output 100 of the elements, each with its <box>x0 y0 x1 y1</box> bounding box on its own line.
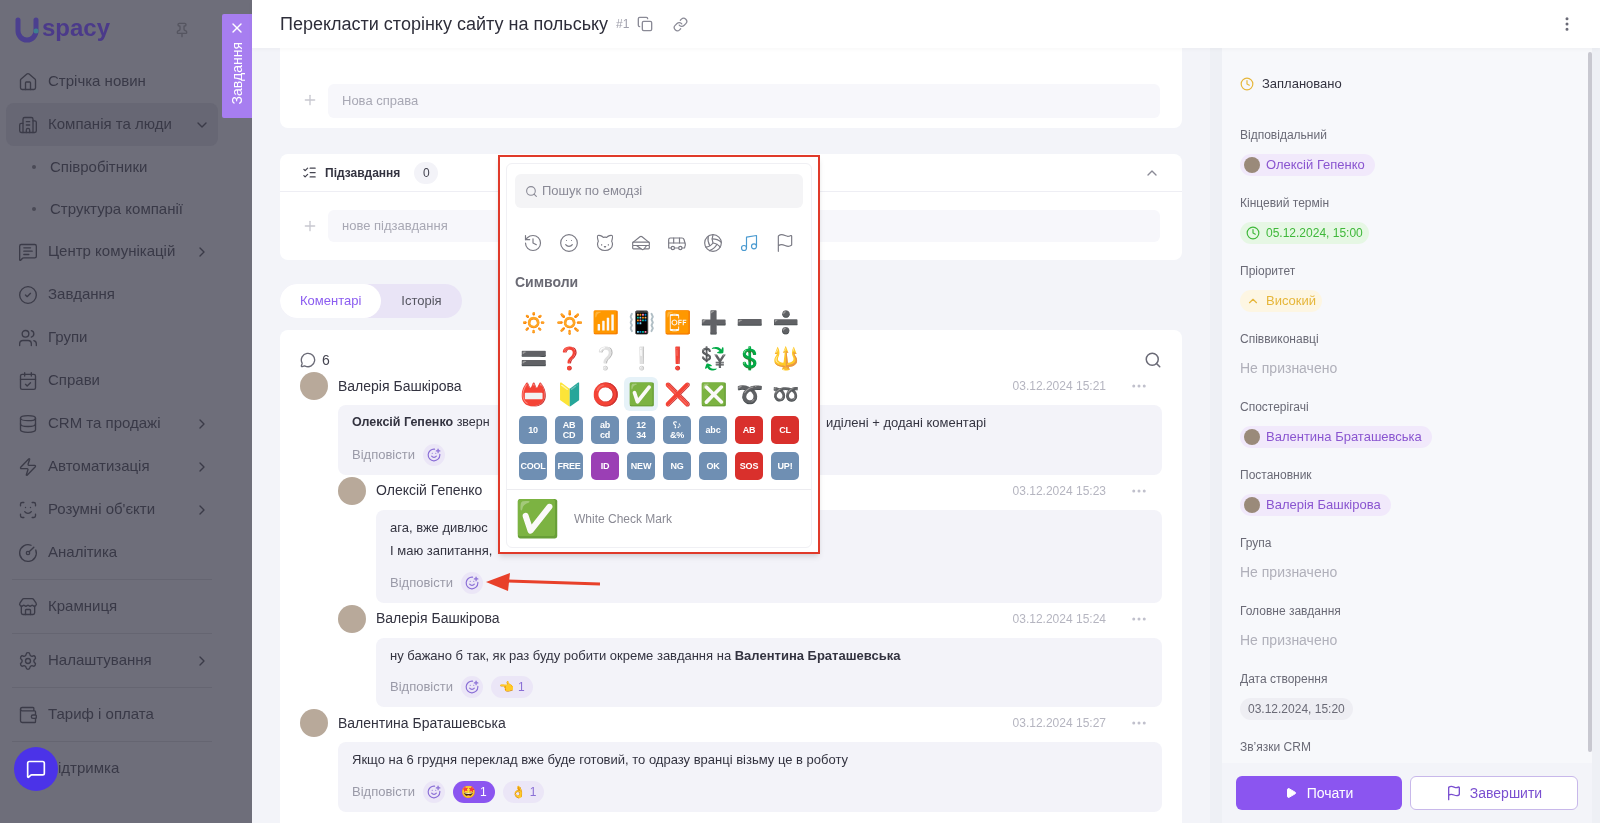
emoji[interactable]: ➗ <box>768 305 802 339</box>
emoji[interactable]: 📴 <box>660 305 694 339</box>
emoji-tile[interactable]: ⸮♪ &% <box>663 416 691 444</box>
reply-link[interactable]: Відповісти <box>390 572 453 593</box>
finish-button[interactable]: Завершити <box>1410 776 1578 810</box>
emoji-tile[interactable]: SOS <box>735 452 763 480</box>
reaction-chip[interactable]: 👈 1 <box>490 676 533 698</box>
comment-author: Валерія Башкірова <box>376 609 500 628</box>
flag-icon[interactable] <box>775 233 795 253</box>
add-reaction-button[interactable] <box>422 443 445 466</box>
scan-icon <box>18 499 38 520</box>
emoji-tile[interactable]: UP! <box>771 452 799 480</box>
emoji[interactable]: ❗ <box>660 341 694 375</box>
deadline-chip[interactable]: 05.12.2024, 15:00 <box>1240 221 1369 244</box>
task-number: #1 <box>616 16 630 33</box>
emoji-tile[interactable]: 12 34 <box>627 416 655 444</box>
field-placeholder[interactable]: Не призначено <box>1240 561 1338 583</box>
add-reaction-button[interactable] <box>422 780 445 803</box>
emoji-tile[interactable]: COOL <box>519 452 547 480</box>
database-icon <box>18 413 38 434</box>
reply-link[interactable]: Відповісти <box>390 677 453 697</box>
emoji-tile[interactable]: AB <box>735 416 763 444</box>
emoji[interactable]: 🔆 <box>552 305 586 339</box>
avatar <box>338 604 366 633</box>
link-icon[interactable] <box>673 16 689 32</box>
emoji[interactable]: ✅ <box>624 377 658 411</box>
comment-time: 03.12.2024 15:27 <box>1012 715 1106 732</box>
comment-time: 03.12.2024 15:21 <box>1012 378 1106 395</box>
emoji[interactable]: 💱 <box>696 341 730 375</box>
new-activity-field[interactable]: Нова справа <box>328 84 1160 118</box>
emoji-tile[interactable]: CL <box>771 416 799 444</box>
field-label: Співвиконавці <box>1240 330 1319 348</box>
avatar <box>1244 496 1260 513</box>
comment-text: Олексій Гепенко зверн <box>352 414 491 431</box>
person-chip[interactable]: Валентина Браташевська <box>1240 425 1432 448</box>
emoji[interactable]: ➖ <box>732 305 766 339</box>
play-icon <box>1284 787 1297 799</box>
emoji[interactable]: 📛 <box>516 377 550 411</box>
panel-tab[interactable]: Завдання <box>222 14 252 118</box>
priority-chip[interactable]: Високий <box>1240 289 1323 312</box>
reply-link[interactable]: Відповісти <box>352 444 415 465</box>
field-placeholder[interactable]: Не призначено <box>1240 629 1338 651</box>
reaction-chip[interactable]: 🤩 1 <box>452 780 495 803</box>
add-reaction-icon <box>426 447 441 462</box>
person-chip[interactable]: Валерія Башкірова <box>1240 493 1391 516</box>
status-label: Заплановано <box>1262 75 1342 93</box>
chat-button[interactable] <box>14 746 58 791</box>
reply-link[interactable]: Відповісти <box>352 781 415 802</box>
field-label: Спостерігачі <box>1240 398 1309 416</box>
emoji[interactable]: 📳 <box>624 305 658 339</box>
building-icon <box>18 114 38 135</box>
add-reaction-button[interactable] <box>460 571 483 594</box>
emoji-tile[interactable]: OK <box>699 452 727 480</box>
emoji[interactable]: ❓ <box>552 341 586 375</box>
field-label: Постановник <box>1240 466 1312 484</box>
emoji[interactable]: ➰ <box>732 377 766 411</box>
person-chip[interactable]: Олексій Гепенко <box>1240 153 1375 176</box>
emoji[interactable]: 💲 <box>732 341 766 375</box>
emoji[interactable]: ➿ <box>768 377 802 411</box>
search-icon[interactable] <box>1144 351 1162 369</box>
emoji[interactable]: ⭕ <box>588 377 622 411</box>
emoji[interactable]: ❎ <box>696 377 730 411</box>
music-icon[interactable] <box>739 233 759 253</box>
emoji-tile[interactable]: NG <box>663 452 691 480</box>
emoji-tile[interactable]: NEW <box>627 452 655 480</box>
emoji[interactable]: 📶 <box>588 305 622 339</box>
emoji[interactable]: 🔅 <box>516 305 550 339</box>
emoji-search-field[interactable]: Пошук по емодзі <box>515 174 803 208</box>
avatar <box>300 709 328 737</box>
avatar <box>338 476 366 505</box>
smiley-icon[interactable] <box>559 233 579 253</box>
clock-history-icon[interactable] <box>523 233 543 253</box>
cat-icon[interactable] <box>595 233 615 253</box>
emoji-tile[interactable]: ID <box>591 452 619 480</box>
emoji[interactable]: 🔱 <box>768 341 802 375</box>
clock-icon <box>1246 225 1260 240</box>
comment-count: 6 <box>322 350 330 370</box>
tab[interactable]: Коментарі <box>280 284 382 318</box>
emoji[interactable]: 🔰 <box>552 377 586 411</box>
start-button[interactable]: Почати <box>1236 776 1402 810</box>
emoji-tile[interactable]: 10 <box>519 416 547 444</box>
clock-icon <box>1240 76 1254 91</box>
comment-text: ну бажано б так, як раз буду робити окреме завдання на Валентина Браташевська <box>390 646 901 665</box>
add-reaction-button[interactable] <box>460 676 483 698</box>
emoji-tile[interactable]: FREE <box>555 452 583 480</box>
emoji[interactable]: ❔ <box>588 341 622 375</box>
ball-icon[interactable] <box>703 233 723 253</box>
reaction-chip[interactable]: 👌 1 <box>502 780 545 803</box>
emoji[interactable]: ❌ <box>660 377 694 411</box>
copy-icon[interactable] <box>637 16 654 32</box>
field-label: Група <box>1240 534 1272 552</box>
emoji-tile[interactable]: ab cd <box>591 416 619 444</box>
emoji[interactable]: 🟰 <box>516 341 550 375</box>
field-placeholder[interactable]: Не призначено <box>1240 357 1338 379</box>
tab[interactable]: Історія <box>381 284 462 318</box>
emoji-tile[interactable]: abc <box>699 416 727 444</box>
emoji-tile[interactable]: AB CD <box>555 416 583 444</box>
logo-mark-icon <box>14 17 40 43</box>
emoji[interactable]: ➕ <box>696 305 730 339</box>
add-reaction-icon <box>426 784 441 799</box>
